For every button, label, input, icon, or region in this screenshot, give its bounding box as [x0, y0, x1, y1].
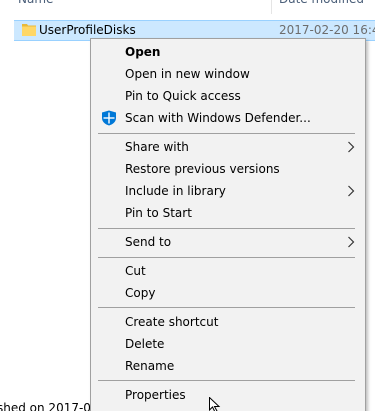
menu-item-include-in-library[interactable]: Include in library [92, 180, 364, 202]
menu-item-label: Open in new window [125, 67, 250, 81]
menu-item-cut[interactable]: Cut [92, 260, 364, 282]
menu-item-create-shortcut[interactable]: Create shortcut [92, 311, 364, 333]
menu-item-copy[interactable]: Copy [92, 282, 364, 304]
chevron-right-icon [348, 185, 355, 197]
context-menu: Open Open in new window Pin to Quick acc… [90, 38, 366, 411]
mouse-cursor-icon [209, 397, 221, 411]
menu-item-label: Delete [125, 337, 165, 351]
menu-separator [98, 133, 355, 134]
menu-item-label: Include in library [125, 184, 226, 198]
menu-item-label: Cut [125, 264, 146, 278]
chevron-right-icon [348, 236, 355, 248]
menu-item-label: Share with [125, 140, 189, 154]
menu-item-send-to[interactable]: Send to [92, 231, 364, 253]
folder-icon [22, 24, 36, 36]
menu-item-delete[interactable]: Delete [92, 333, 364, 355]
menu-separator [98, 380, 355, 381]
menu-item-label: Copy [125, 286, 156, 300]
menu-item-label: Send to [125, 235, 172, 249]
menu-item-label: Scan with Windows Defender... [125, 111, 311, 125]
menu-item-label: Restore previous versions [125, 162, 280, 176]
menu-item-scan-with-windows-defender[interactable]: Scan with Windows Defender... [92, 107, 364, 129]
chevron-right-icon [348, 141, 355, 153]
menu-item-label: Pin to Quick access [125, 89, 241, 103]
windows-defender-icon [102, 110, 116, 126]
menu-item-label: Pin to Start [125, 206, 192, 220]
file-name: UserProfileDisks [39, 23, 136, 37]
explorer-window: Name Date modified UserProfileDisks 2017… [0, 0, 375, 411]
menu-separator [98, 257, 355, 258]
menu-separator [98, 228, 355, 229]
menu-item-label: Create shortcut [125, 315, 219, 329]
column-divider[interactable] [271, 0, 272, 14]
menu-item-label: Rename [125, 359, 175, 373]
menu-item-label: Open [125, 45, 161, 59]
file-date-modified: 2017-02-20 16:40 [279, 23, 375, 37]
menu-item-pin-to-quick-access[interactable]: Pin to Quick access [92, 85, 364, 107]
menu-item-open-in-new-window[interactable]: Open in new window [92, 63, 364, 85]
menu-item-share-with[interactable]: Share with [92, 136, 364, 158]
menu-separator [98, 307, 355, 308]
menu-item-restore-previous-versions[interactable]: Restore previous versions [92, 158, 364, 180]
menu-item-pin-to-start[interactable]: Pin to Start [92, 202, 364, 224]
menu-item-label: Properties [125, 388, 186, 402]
menu-item-properties[interactable]: Properties [92, 384, 364, 406]
status-text: shed on 2017-02 [0, 401, 99, 411]
column-header-date-modified[interactable]: Date modified [279, 0, 364, 8]
menu-item-open[interactable]: Open [92, 41, 364, 63]
menu-item-rename[interactable]: Rename [92, 355, 364, 377]
column-header-name[interactable]: Name [18, 0, 53, 8]
